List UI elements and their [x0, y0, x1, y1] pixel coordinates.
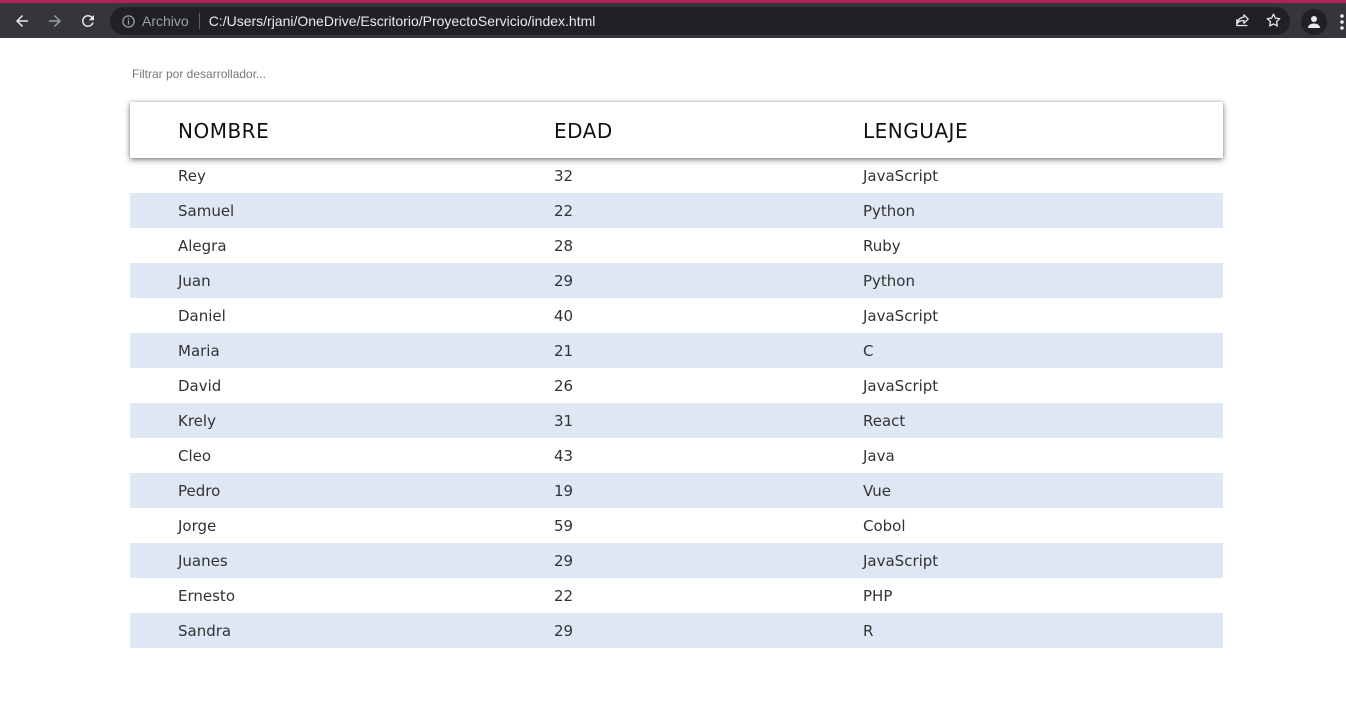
reload-button[interactable]	[73, 6, 103, 36]
cell-nombre: Juan	[178, 272, 211, 290]
cell-edad: 22	[554, 202, 574, 220]
cell-lenguaje: Vue	[863, 482, 891, 500]
cell-nombre: Cleo	[178, 447, 212, 465]
table-row: David 26 JavaScript	[130, 368, 1223, 403]
cell-lenguaje: Python	[863, 202, 915, 220]
table-row: Pedro 19 Vue	[130, 473, 1223, 508]
table-row: Cleo 43 Java	[130, 438, 1223, 473]
profile-button[interactable]	[1301, 9, 1327, 35]
table-row: Juanes 29 JavaScript	[130, 543, 1223, 578]
cell-lenguaje: Java	[863, 447, 895, 465]
cell-nombre: Jorge	[178, 517, 217, 535]
cell-edad: 29	[554, 552, 574, 570]
cell-nombre: David	[178, 377, 222, 395]
cell-nombre: Ernesto	[178, 587, 235, 605]
cell-nombre: Maria	[178, 342, 220, 360]
developers-table: NOMBRE EDAD LENGUAJE Rey 32 JavaScript S…	[130, 102, 1223, 702]
page-content: NOMBRE EDAD LENGUAJE Rey 32 JavaScript S…	[0, 38, 1346, 702]
cell-edad: 40	[554, 307, 574, 325]
cell-lenguaje: JavaScript	[863, 552, 939, 570]
cell-nombre: Alegra	[178, 237, 227, 255]
table-row: Daniel 40 JavaScript	[130, 298, 1223, 333]
bookmark-star-icon[interactable]	[1265, 12, 1282, 29]
back-button[interactable]	[7, 6, 37, 36]
cell-edad: 22	[554, 587, 574, 605]
cell-lenguaje: JavaScript	[863, 307, 939, 325]
cell-lenguaje: Python	[863, 272, 915, 290]
cell-edad: 59	[554, 517, 574, 535]
cell-lenguaje: Ruby	[863, 237, 901, 255]
cell-nombre: Pedro	[178, 482, 221, 500]
cell-edad: 43	[554, 447, 574, 465]
table-row: Ernesto 22 PHP	[130, 578, 1223, 613]
cell-lenguaje: Cobol	[863, 517, 906, 535]
cell-edad: 29	[554, 622, 574, 640]
cell-nombre: Samuel	[178, 202, 235, 220]
cell-edad: 32	[554, 167, 574, 185]
cell-edad: 21	[554, 342, 574, 360]
table-row: Juan 29 Python	[130, 263, 1223, 298]
cell-edad: 26	[554, 377, 574, 395]
header-edad[interactable]: EDAD	[554, 119, 613, 143]
browser-toolbar: Archivo C:/Users/rjani/OneDrive/Escritor…	[0, 0, 1346, 38]
share-icon[interactable]	[1234, 12, 1251, 29]
header-nombre[interactable]: NOMBRE	[178, 119, 269, 143]
cell-nombre: Rey	[178, 167, 206, 185]
table-row: Alegra 28 Ruby	[130, 228, 1223, 263]
address-separator	[198, 13, 200, 29]
person-icon	[1308, 16, 1320, 28]
table-row: Maria 21 C	[130, 333, 1223, 368]
reload-icon	[81, 14, 94, 27]
cell-lenguaje: JavaScript	[863, 377, 939, 395]
cell-nombre: Juanes	[178, 552, 228, 570]
cell-edad: 31	[554, 412, 574, 430]
scheme-label: Archivo	[142, 13, 189, 29]
table-row: Sandra 29 R	[130, 613, 1223, 648]
cell-edad: 19	[554, 482, 574, 500]
cell-lenguaje: PHP	[863, 587, 893, 605]
cell-lenguaje: JavaScript	[863, 167, 939, 185]
cell-lenguaje: R	[863, 622, 874, 640]
arrow-left-icon	[16, 14, 28, 27]
cell-lenguaje: C	[863, 342, 874, 360]
cell-lenguaje: React	[863, 412, 906, 430]
cell-nombre: Daniel	[178, 307, 226, 325]
arrow-right-icon	[49, 14, 61, 27]
url-text[interactable]: C:/Users/rjani/OneDrive/Escritorio/Proye…	[209, 13, 596, 29]
table-row: Samuel 22 Python	[130, 193, 1223, 228]
menu-dots-icon[interactable]	[1338, 13, 1346, 31]
table-body: Rey 32 JavaScript Samuel 22 Python Alegr…	[130, 158, 1223, 648]
filter-input[interactable]	[130, 63, 530, 85]
address-bar[interactable]: Archivo C:/Users/rjani/OneDrive/Escritor…	[110, 7, 1290, 35]
header-lenguaje[interactable]: LENGUAJE	[863, 119, 968, 143]
cell-nombre: Krely	[178, 412, 216, 430]
cell-edad: 29	[554, 272, 574, 290]
cell-edad: 28	[554, 237, 574, 255]
table-row: Krely 31 React	[130, 403, 1223, 438]
table-header: NOMBRE EDAD LENGUAJE	[130, 102, 1223, 158]
cell-nombre: Sandra	[178, 622, 232, 640]
table-row: Jorge 59 Cobol	[130, 508, 1223, 543]
forward-button[interactable]	[40, 6, 70, 36]
table-row: Rey 32 JavaScript	[130, 158, 1223, 193]
info-icon[interactable]	[120, 13, 136, 29]
